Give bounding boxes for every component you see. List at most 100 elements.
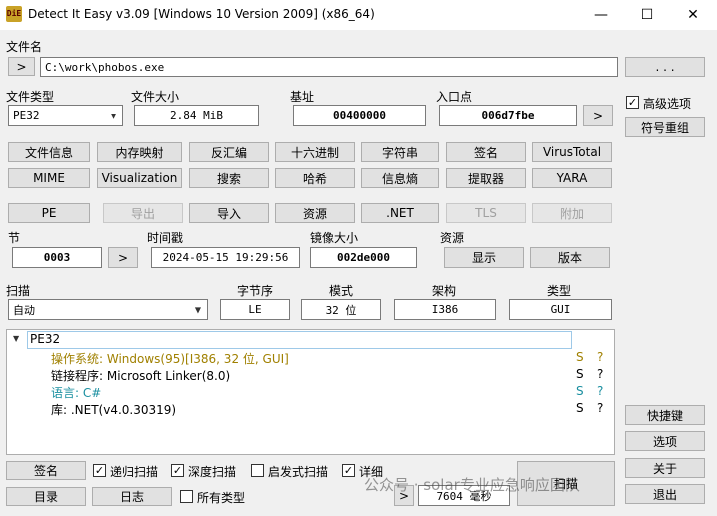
deep-scan-label: 深度扫描 — [188, 465, 237, 479]
heuristic-scan-checkbox[interactable] — [251, 464, 264, 477]
sections-label: 节 — [8, 231, 21, 245]
import-button[interactable]: 导入 — [189, 203, 269, 223]
image-size-field: 002de000 — [310, 247, 417, 268]
tree-root-label: PE32 — [30, 332, 61, 346]
endian-field: LE — [220, 299, 290, 320]
sections-field: 0003 — [12, 247, 102, 268]
timestamp-label: 时间戳 — [147, 231, 184, 245]
file-path-input[interactable]: C:\work\phobos.exe — [40, 57, 618, 77]
mode-label: 模式 — [329, 284, 354, 298]
verbose-checkbox[interactable]: ✓ — [342, 464, 355, 477]
tree-item-label: 库: .NET(v4.0.30319) — [51, 403, 177, 417]
entry-point-label: 入口点 — [436, 90, 473, 104]
tree-item-label: 链接程序: Microsoft Linker(8.0) — [51, 369, 231, 383]
all-types-label: 所有类型 — [197, 491, 246, 505]
file-info-button[interactable]: 文件信息 — [8, 142, 90, 162]
image-size-label: 镜像大小 — [310, 231, 359, 245]
file-name-label: 文件名 — [6, 40, 43, 54]
flag-q[interactable]: ? — [597, 367, 603, 381]
resource-button[interactable]: 资源 — [275, 203, 355, 223]
mode-field: 32 位 — [301, 299, 381, 320]
about-button[interactable]: 关于 — [625, 458, 705, 478]
tree-item-linker[interactable]: 链接程序: Microsoft Linker(8.0) — [51, 367, 230, 384]
flag-q[interactable]: ? — [597, 401, 603, 415]
entry-point-field: 006d7fbe — [439, 105, 577, 126]
tree-item-label: 操作系统: Windows(95)[I386, 32 位, GUI] — [51, 352, 289, 366]
chevron-down-icon: ▼ — [194, 305, 201, 314]
browse-button[interactable]: . . . — [625, 57, 705, 77]
file-size-field: 2.84 MiB — [134, 105, 259, 126]
tree-item-language[interactable]: 语言: C# — [51, 384, 101, 401]
show-resources-button[interactable]: 显示 — [444, 247, 524, 268]
flag-q[interactable]: ? — [597, 384, 603, 398]
pe-button[interactable]: PE — [8, 203, 90, 223]
tree-root[interactable]: PE32 — [27, 331, 572, 349]
chevron-down-icon: ▼ — [111, 111, 116, 120]
recursive-scan-checkbox[interactable]: ✓ — [93, 464, 106, 477]
signature-button[interactable]: 签名 — [6, 461, 86, 480]
expand-icon[interactable]: ▼ — [13, 334, 19, 343]
flag-s[interactable]: S — [576, 384, 584, 398]
tree-item-label: 语言: C# — [51, 386, 102, 400]
tree-item-library[interactable]: 库: .NET(v4.0.30319) — [51, 401, 176, 418]
visualization-button[interactable]: Visualization — [97, 168, 182, 188]
export-button[interactable]: 导出 — [103, 203, 183, 223]
results-tree[interactable]: ▼ PE32 操作系统: Windows(95)[I386, 32 位, GUI… — [6, 329, 615, 455]
maximize-button[interactable]: ☐ — [624, 0, 670, 30]
shortcuts-button[interactable]: 快捷键 — [625, 405, 705, 425]
resources-label: 资源 — [440, 231, 465, 245]
base-address-label: 基址 — [290, 90, 315, 104]
hash-button[interactable]: 哈希 — [275, 168, 355, 188]
file-type-select[interactable]: PE32 ▼ — [8, 105, 123, 126]
flag-s[interactable]: S — [576, 350, 584, 364]
advanced-label: 高级选项 — [643, 97, 692, 111]
tree-item-os[interactable]: 操作系统: Windows(95)[I386, 32 位, GUI] — [51, 350, 289, 367]
deep-scan-checkbox[interactable]: ✓ — [171, 464, 184, 477]
options-button[interactable]: 选项 — [625, 431, 705, 451]
arch-label: 架构 — [432, 284, 457, 298]
minimize-button[interactable]: — — [578, 0, 624, 30]
disassembly-button[interactable]: 反汇编 — [189, 142, 269, 162]
all-types-checkbox[interactable] — [180, 490, 193, 503]
search-button[interactable]: 搜索 — [189, 168, 269, 188]
overlay-button[interactable]: 附加 — [532, 203, 612, 223]
extractor-button[interactable]: 提取器 — [446, 168, 526, 188]
scan-mode-value: 自动 — [13, 303, 35, 317]
strings-button[interactable]: 字符串 — [361, 142, 439, 162]
version-button[interactable]: 版本 — [530, 247, 610, 268]
arch-field: I386 — [394, 299, 496, 320]
scan-label: 扫描 — [6, 284, 31, 298]
recursive-scan-label: 递归扫描 — [110, 465, 159, 479]
virustotal-button[interactable]: VirusTotal — [532, 142, 612, 162]
memory-map-button[interactable]: 内存映射 — [97, 142, 182, 162]
yara-button[interactable]: YARA — [532, 168, 612, 188]
mime-button[interactable]: MIME — [8, 168, 90, 188]
entropy-button[interactable]: 信息熵 — [361, 168, 439, 188]
window-title: Detect It Easy v3.09 [Windows 10 Version… — [28, 7, 375, 21]
sections-button[interactable]: > — [108, 247, 138, 268]
entry-point-button[interactable]: > — [583, 105, 613, 126]
directory-button[interactable]: 目录 — [6, 487, 86, 506]
open-file-button[interactable]: > — [8, 57, 35, 76]
file-type-label: 文件类型 — [6, 90, 55, 104]
flag-q[interactable]: ? — [597, 350, 603, 364]
scan-mode-select[interactable]: 自动 ▼ — [8, 299, 208, 320]
log-button[interactable]: 日志 — [92, 487, 172, 506]
endian-label: 字节序 — [237, 284, 274, 298]
hex-button[interactable]: 十六进制 — [275, 142, 355, 162]
flag-s[interactable]: S — [576, 401, 584, 415]
tls-button[interactable]: TLS — [446, 203, 526, 223]
type-field: GUI — [509, 299, 612, 320]
type-label: 类型 — [547, 284, 572, 298]
file-size-label: 文件大小 — [131, 90, 180, 104]
dotnet-button[interactable]: .NET — [361, 203, 439, 223]
close-button[interactable]: ✕ — [670, 0, 716, 30]
exit-button[interactable]: 退出 — [625, 484, 705, 504]
signatures-button[interactable]: 签名 — [446, 142, 526, 162]
base-address-field: 00400000 — [293, 105, 426, 126]
heuristic-scan-label: 启发式扫描 — [268, 465, 329, 479]
flag-s[interactable]: S — [576, 367, 584, 381]
app-icon: DiE — [6, 6, 22, 22]
advanced-checkbox[interactable]: ✓ — [626, 96, 639, 109]
symbol-regroup-button[interactable]: 符号重组 — [625, 117, 705, 137]
